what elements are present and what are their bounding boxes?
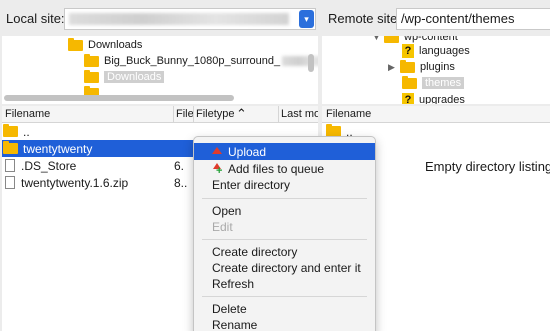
add-to-queue-icon	[212, 162, 224, 177]
remote-site-path-input[interactable]: /wp-content/themes	[396, 8, 550, 30]
tree-item-plugins[interactable]: ▶ plugins	[388, 59, 455, 75]
menu-item-create-directory[interactable]: Create directory	[194, 243, 375, 260]
folder-icon	[84, 69, 99, 83]
column-divider[interactable]	[193, 106, 194, 123]
redacted-path	[69, 13, 289, 25]
chevron-right-icon[interactable]: ▶	[388, 62, 400, 73]
menu-item-open[interactable]: Open	[194, 202, 375, 219]
column-divider[interactable]	[173, 106, 174, 123]
file-name: .DS_Store	[21, 158, 77, 173]
local-tree-pane[interactable]: Downloads Big_Buck_Bunny_1080p_surround_…	[2, 36, 318, 104]
folder-icon	[402, 75, 417, 89]
column-divider[interactable]	[278, 106, 279, 123]
tree-item-downloads[interactable]: Downloads	[68, 37, 142, 53]
menu-item-label: Edit	[212, 219, 233, 234]
menu-item-label: Create directory	[212, 244, 298, 259]
chevron-down-icon[interactable]: ▼	[372, 36, 384, 42]
menu-separator	[202, 198, 367, 199]
menu-separator	[202, 239, 367, 240]
tree-item-label: plugins	[420, 61, 455, 73]
tree-item-big-buck-bunny[interactable]: Big_Buck_Bunny_1080p_surround_	[84, 53, 318, 69]
folder-icon	[68, 37, 83, 51]
menu-item-label: Open	[212, 203, 242, 218]
menu-item-enter-directory[interactable]: Enter directory	[194, 176, 375, 193]
file-name: twentytwenty.1.6.zip	[21, 175, 129, 190]
column-filename[interactable]: Filename	[326, 108, 371, 120]
file-size: 8..	[174, 175, 188, 190]
tree-item-downloads-sub[interactable]: Downloads	[84, 69, 165, 85]
file-size: 6.	[174, 158, 185, 173]
menu-item-delete[interactable]: Delete	[194, 300, 375, 317]
local-site-path-wrap: ▾	[0, 0, 320, 36]
tree-item-label: themes	[422, 77, 465, 89]
menu-item-label: Refresh	[212, 276, 255, 291]
remote-site-label: Remote site:	[328, 10, 401, 26]
local-tree-hscrollbar[interactable]	[4, 95, 234, 101]
folder-icon	[3, 141, 18, 154]
remote-tree-pane[interactable]: ▼ wp-content ? languages ▶ plugins theme…	[322, 36, 550, 104]
menu-item-create-directory-enter[interactable]: Create directory and enter it	[194, 259, 375, 276]
menu-item-label: Create directory and enter it	[212, 260, 361, 275]
menu-item-rename[interactable]: Rename	[194, 316, 375, 331]
folder-icon	[84, 53, 99, 67]
menu-item-label: Upload	[228, 144, 267, 159]
remote-path-text: /wp-content/themes	[401, 11, 515, 26]
folder-icon	[3, 124, 18, 137]
column-last-modified[interactable]: Last mo	[281, 108, 318, 120]
local-tree-scrollbar[interactable]	[308, 54, 314, 72]
menu-item-label: Rename	[212, 317, 258, 331]
menu-item-add-to-queue[interactable]: Add files to queue	[194, 160, 375, 177]
local-site-path-input[interactable]: ▾	[64, 8, 316, 30]
local-list-header: Filename File Filetype ⌃ Last mo	[2, 106, 318, 123]
tree-item-label: languages	[419, 45, 470, 57]
tree-item-label: Downloads	[104, 71, 165, 83]
remote-site-bar: Remote site: /wp-content/themes	[322, 0, 550, 36]
tree-item-label: wp-content	[404, 36, 458, 43]
upload-icon	[212, 147, 222, 154]
menu-separator	[202, 296, 367, 297]
folder-icon	[384, 36, 399, 43]
tree-item-label: upgrades	[419, 94, 465, 104]
column-filetype[interactable]: Filetype	[196, 108, 235, 120]
tree-item-languages[interactable]: ? languages	[402, 43, 470, 59]
column-filename[interactable]: Filename	[5, 108, 50, 120]
chevron-down-icon[interactable]: ▾	[299, 10, 314, 28]
file-icon	[5, 159, 15, 172]
menu-item-refresh[interactable]: Refresh	[194, 275, 375, 292]
file-icon	[5, 176, 15, 189]
tree-item-upgrades[interactable]: ? upgrades	[402, 92, 465, 104]
tree-item-label: Downloads	[88, 39, 143, 51]
tree-item-themes[interactable]: themes	[402, 75, 465, 91]
empty-directory-text: Empty directory listing	[425, 159, 550, 174]
menu-item-edit: Edit	[194, 218, 375, 235]
menu-item-label: Delete	[212, 301, 247, 316]
file-name: twentytwenty	[23, 141, 93, 156]
remote-list-header: Filename	[322, 106, 550, 123]
unknown-folder-icon: ?	[402, 44, 414, 58]
menu-item-label: Add files to queue	[228, 161, 325, 176]
column-filesize[interactable]: File	[176, 108, 194, 120]
context-menu: Upload Add files to queue Enter director…	[193, 136, 376, 331]
sort-ascending-icon: ⌃	[236, 106, 247, 121]
file-name: ..	[23, 124, 30, 139]
unknown-folder-icon: ?	[402, 93, 414, 104]
menu-item-upload[interactable]: Upload	[194, 143, 375, 160]
menu-item-label: Enter directory	[212, 177, 291, 192]
folder-icon	[400, 59, 415, 73]
tree-item-label: Big_Buck_Bunny_1080p_surround_	[104, 55, 281, 67]
